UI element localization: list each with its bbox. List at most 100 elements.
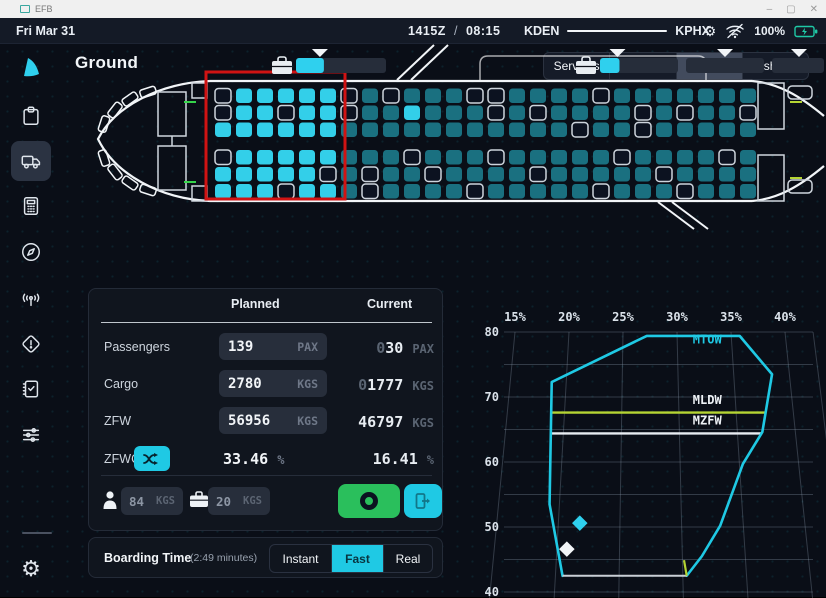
seat-E25[interactable] [719, 167, 735, 182]
wifi-off-icon[interactable] [725, 23, 745, 39]
seat-E5[interactable] [299, 167, 315, 182]
seat-D15[interactable] [509, 150, 525, 165]
seat-F22[interactable] [656, 184, 672, 199]
seat-D11[interactable] [425, 150, 441, 165]
seat-A16[interactable] [530, 89, 546, 104]
seat-F10[interactable] [404, 184, 420, 199]
seat-D4[interactable] [278, 150, 294, 165]
seat-A11[interactable] [425, 89, 441, 104]
seat-A25[interactable] [719, 89, 735, 104]
seat-C22[interactable] [656, 123, 672, 138]
seat-D12[interactable] [446, 150, 462, 165]
seat-B18[interactable] [572, 106, 588, 121]
seat-B7[interactable] [341, 106, 357, 121]
seat-D1[interactable] [215, 150, 231, 165]
seat-B5[interactable] [299, 106, 315, 121]
minimize-button[interactable]: – [767, 4, 773, 15]
seat-F21[interactable] [635, 184, 651, 199]
seat-D8[interactable] [362, 150, 378, 165]
seat-B10[interactable] [404, 106, 420, 121]
seat-A15[interactable] [509, 89, 525, 104]
seat-D23[interactable] [677, 150, 693, 165]
seat-E19[interactable] [593, 167, 609, 182]
seat-A2[interactable] [236, 89, 252, 104]
seat-B23[interactable] [677, 106, 693, 121]
seat-D2[interactable] [236, 150, 252, 165]
seat-F6[interactable] [320, 184, 336, 199]
seat-D5[interactable] [299, 150, 315, 165]
seat-D19[interactable] [593, 150, 609, 165]
boarding-mode-instant[interactable]: Instant [270, 545, 332, 572]
maximize-button[interactable]: ▢ [786, 4, 795, 15]
seat-F20[interactable] [614, 184, 630, 199]
seat-F7[interactable] [341, 184, 357, 199]
seat-B4[interactable] [278, 106, 294, 121]
seat-C4[interactable] [278, 123, 294, 138]
seat-C9[interactable] [383, 123, 399, 138]
seat-A13[interactable] [467, 89, 483, 104]
seat-F3[interactable] [257, 184, 273, 199]
seat-B26[interactable] [740, 106, 756, 121]
seat-A3[interactable] [257, 89, 273, 104]
seat-D22[interactable] [656, 150, 672, 165]
seat-F24[interactable] [698, 184, 714, 199]
seat-D25[interactable] [719, 150, 735, 165]
seat-C6[interactable] [320, 123, 336, 138]
seat-B25[interactable] [719, 106, 735, 121]
seat-B3[interactable] [257, 106, 273, 121]
seat-E15[interactable] [509, 167, 525, 182]
seat-C20[interactable] [614, 123, 630, 138]
seat-F15[interactable] [509, 184, 525, 199]
seat-B15[interactable] [509, 106, 525, 121]
seat-A17[interactable] [551, 89, 567, 104]
seat-C11[interactable] [425, 123, 441, 138]
seat-D9[interactable] [383, 150, 399, 165]
seat-C8[interactable] [362, 123, 378, 138]
seat-D20[interactable] [614, 150, 630, 165]
seat-A14[interactable] [488, 89, 504, 104]
seat-A6[interactable] [320, 89, 336, 104]
seat-C23[interactable] [677, 123, 693, 138]
bag-weight-input[interactable]: 20 KGS [208, 487, 270, 515]
seat-C5[interactable] [299, 123, 315, 138]
seat-E9[interactable] [383, 167, 399, 182]
seat-A19[interactable] [593, 89, 609, 104]
seat-D3[interactable] [257, 150, 273, 165]
seat-E1[interactable] [215, 167, 231, 182]
seat-E21[interactable] [635, 167, 651, 182]
seat-A10[interactable] [404, 89, 420, 104]
seat-B19[interactable] [593, 106, 609, 121]
seat-D18[interactable] [572, 150, 588, 165]
seat-C13[interactable] [467, 123, 483, 138]
seat-A21[interactable] [635, 89, 651, 104]
aft-cargo-target-3[interactable] [791, 49, 807, 57]
boarding-mode-real[interactable]: Real [384, 545, 432, 572]
seat-A8[interactable] [362, 89, 378, 104]
seat-A18[interactable] [572, 89, 588, 104]
seat-B11[interactable] [425, 106, 441, 121]
seat-C17[interactable] [551, 123, 567, 138]
seat-A5[interactable] [299, 89, 315, 104]
seat-F18[interactable] [572, 184, 588, 199]
seat-E3[interactable] [257, 167, 273, 182]
seat-A1[interactable] [215, 89, 231, 104]
seat-C21[interactable] [635, 123, 651, 138]
settings-gear-icon[interactable]: ⚙ [704, 24, 717, 38]
boarding-mode-fast[interactable]: Fast [332, 545, 384, 572]
seat-C15[interactable] [509, 123, 525, 138]
seat-E4[interactable] [278, 167, 294, 182]
seat-A7[interactable] [341, 89, 357, 104]
seat-E10[interactable] [404, 167, 420, 182]
seat-D14[interactable] [488, 150, 504, 165]
sidebar-settings-gear[interactable]: ⚙ [11, 549, 51, 589]
seat-D10[interactable] [404, 150, 420, 165]
seat-B13[interactable] [467, 106, 483, 121]
seat-E24[interactable] [698, 167, 714, 182]
seat-A20[interactable] [614, 89, 630, 104]
seat-E6[interactable] [320, 167, 336, 182]
seat-E14[interactable] [488, 167, 504, 182]
seat-F19[interactable] [593, 184, 609, 199]
seat-B12[interactable] [446, 106, 462, 121]
close-button[interactable]: ✕ [810, 4, 818, 15]
seat-A9[interactable] [383, 89, 399, 104]
